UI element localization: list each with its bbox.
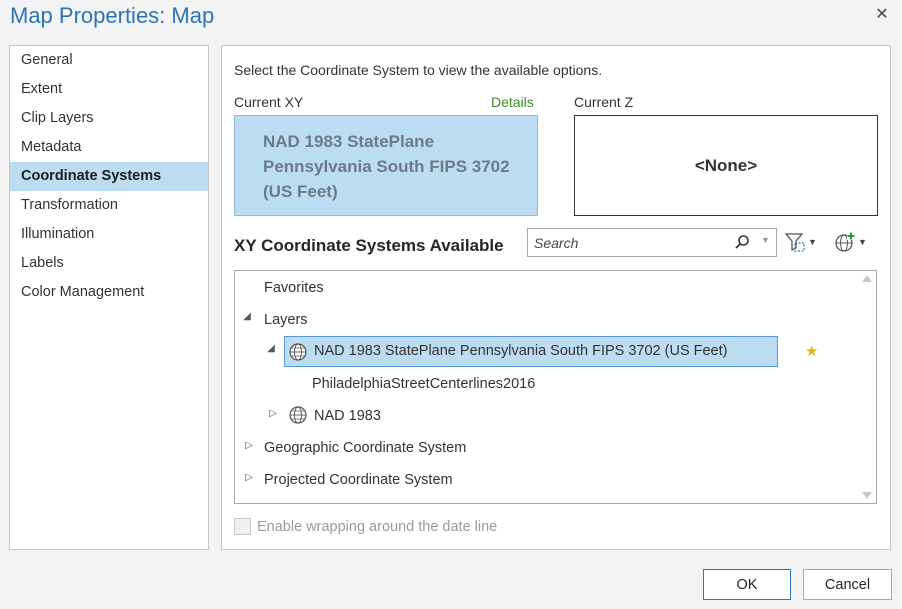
ok-button[interactable]: OK [703, 569, 791, 600]
expand-arrow-icon[interactable]: ▷ [243, 472, 255, 483]
filter-chevron-icon: ▼ [808, 237, 817, 247]
sidebar-item-coordinate-systems[interactable]: Coordinate Systems [10, 162, 208, 191]
search-box[interactable]: ▼ [527, 228, 777, 257]
tree-item-layer-name[interactable]: PhiladelphiaStreetCenterlines2016 [312, 368, 535, 400]
search-options-chevron-icon[interactable]: ▼ [761, 235, 770, 245]
tree-scrollbar[interactable] [859, 271, 876, 503]
wrap-dateline-option[interactable]: Enable wrapping around the date line [234, 518, 497, 535]
sidebar-item-extent[interactable]: Extent [10, 75, 208, 104]
add-chevron-icon: ▼ [858, 237, 867, 247]
scroll-down-icon[interactable] [862, 492, 872, 499]
current-xy-value[interactable]: NAD 1983 StatePlane Pennsylvania South F… [234, 115, 538, 216]
intro-text: Select the Coordinate System to view the… [234, 62, 603, 78]
tree-item-projected[interactable]: Projected Coordinate System [264, 464, 453, 496]
dialog-title: Map Properties: Map [10, 3, 215, 28]
filter-icon [784, 233, 805, 252]
current-xy-label: Current XY [234, 94, 304, 110]
globe-add-icon [835, 232, 855, 252]
expand-arrow-icon[interactable]: ▷ [243, 440, 255, 451]
collapse-arrow-icon[interactable]: ◢ [241, 311, 253, 322]
available-heading: XY Coordinate Systems Available [234, 236, 504, 255]
close-icon[interactable]: ✕ [874, 4, 890, 23]
sidebar-item-general[interactable]: General [10, 46, 208, 75]
tree-item-layers[interactable]: Layers [264, 304, 308, 336]
search-icon[interactable] [734, 234, 750, 250]
sidebar-item-illumination[interactable]: Illumination [10, 220, 208, 249]
filter-button[interactable]: ▼ [784, 230, 817, 254]
details-link[interactable]: Details [491, 94, 534, 110]
tree-item-favorites[interactable]: Favorites [264, 272, 324, 304]
tree-item-geographic[interactable]: Geographic Coordinate System [264, 432, 466, 464]
globe-icon [289, 406, 307, 424]
current-z-value[interactable]: <None> [574, 115, 878, 216]
sidebar-nav: General Extent Clip Layers Metadata Coor… [9, 45, 209, 550]
sidebar-item-metadata[interactable]: Metadata [10, 133, 208, 162]
favorite-star-icon[interactable]: ★ [805, 342, 818, 360]
wrap-dateline-label: Enable wrapping around the date line [257, 518, 498, 535]
expand-arrow-icon[interactable]: ▷ [267, 408, 279, 419]
sidebar-item-color-management[interactable]: Color Management [10, 278, 208, 307]
selected-cs-label: NAD 1983 StatePlane Pennsylvania South F… [314, 343, 728, 359]
cancel-button[interactable]: Cancel [803, 569, 892, 600]
collapse-arrow-icon[interactable]: ◢ [265, 343, 277, 354]
add-coordinate-system-button[interactable]: ▼ [834, 230, 867, 254]
sidebar-item-labels[interactable]: Labels [10, 249, 208, 278]
current-z-label: Current Z [574, 94, 634, 110]
coordinate-systems-panel: Select the Coordinate System to view the… [221, 45, 891, 550]
tree-item-selected-cs[interactable]: NAD 1983 StatePlane Pennsylvania South F… [284, 336, 818, 367]
wrap-dateline-checkbox[interactable] [234, 518, 251, 535]
sidebar-item-clip-layers[interactable]: Clip Layers [10, 104, 208, 133]
scroll-up-icon[interactable] [862, 275, 872, 282]
search-input[interactable] [534, 233, 729, 252]
tree-item-nad-1983[interactable]: NAD 1983 [314, 400, 381, 432]
sidebar-item-transformation[interactable]: Transformation [10, 191, 208, 220]
globe-icon [289, 343, 307, 361]
coordinate-systems-tree[interactable]: Favorites ◢ Layers ◢ NAD 1983 StatePlane… [234, 270, 877, 504]
